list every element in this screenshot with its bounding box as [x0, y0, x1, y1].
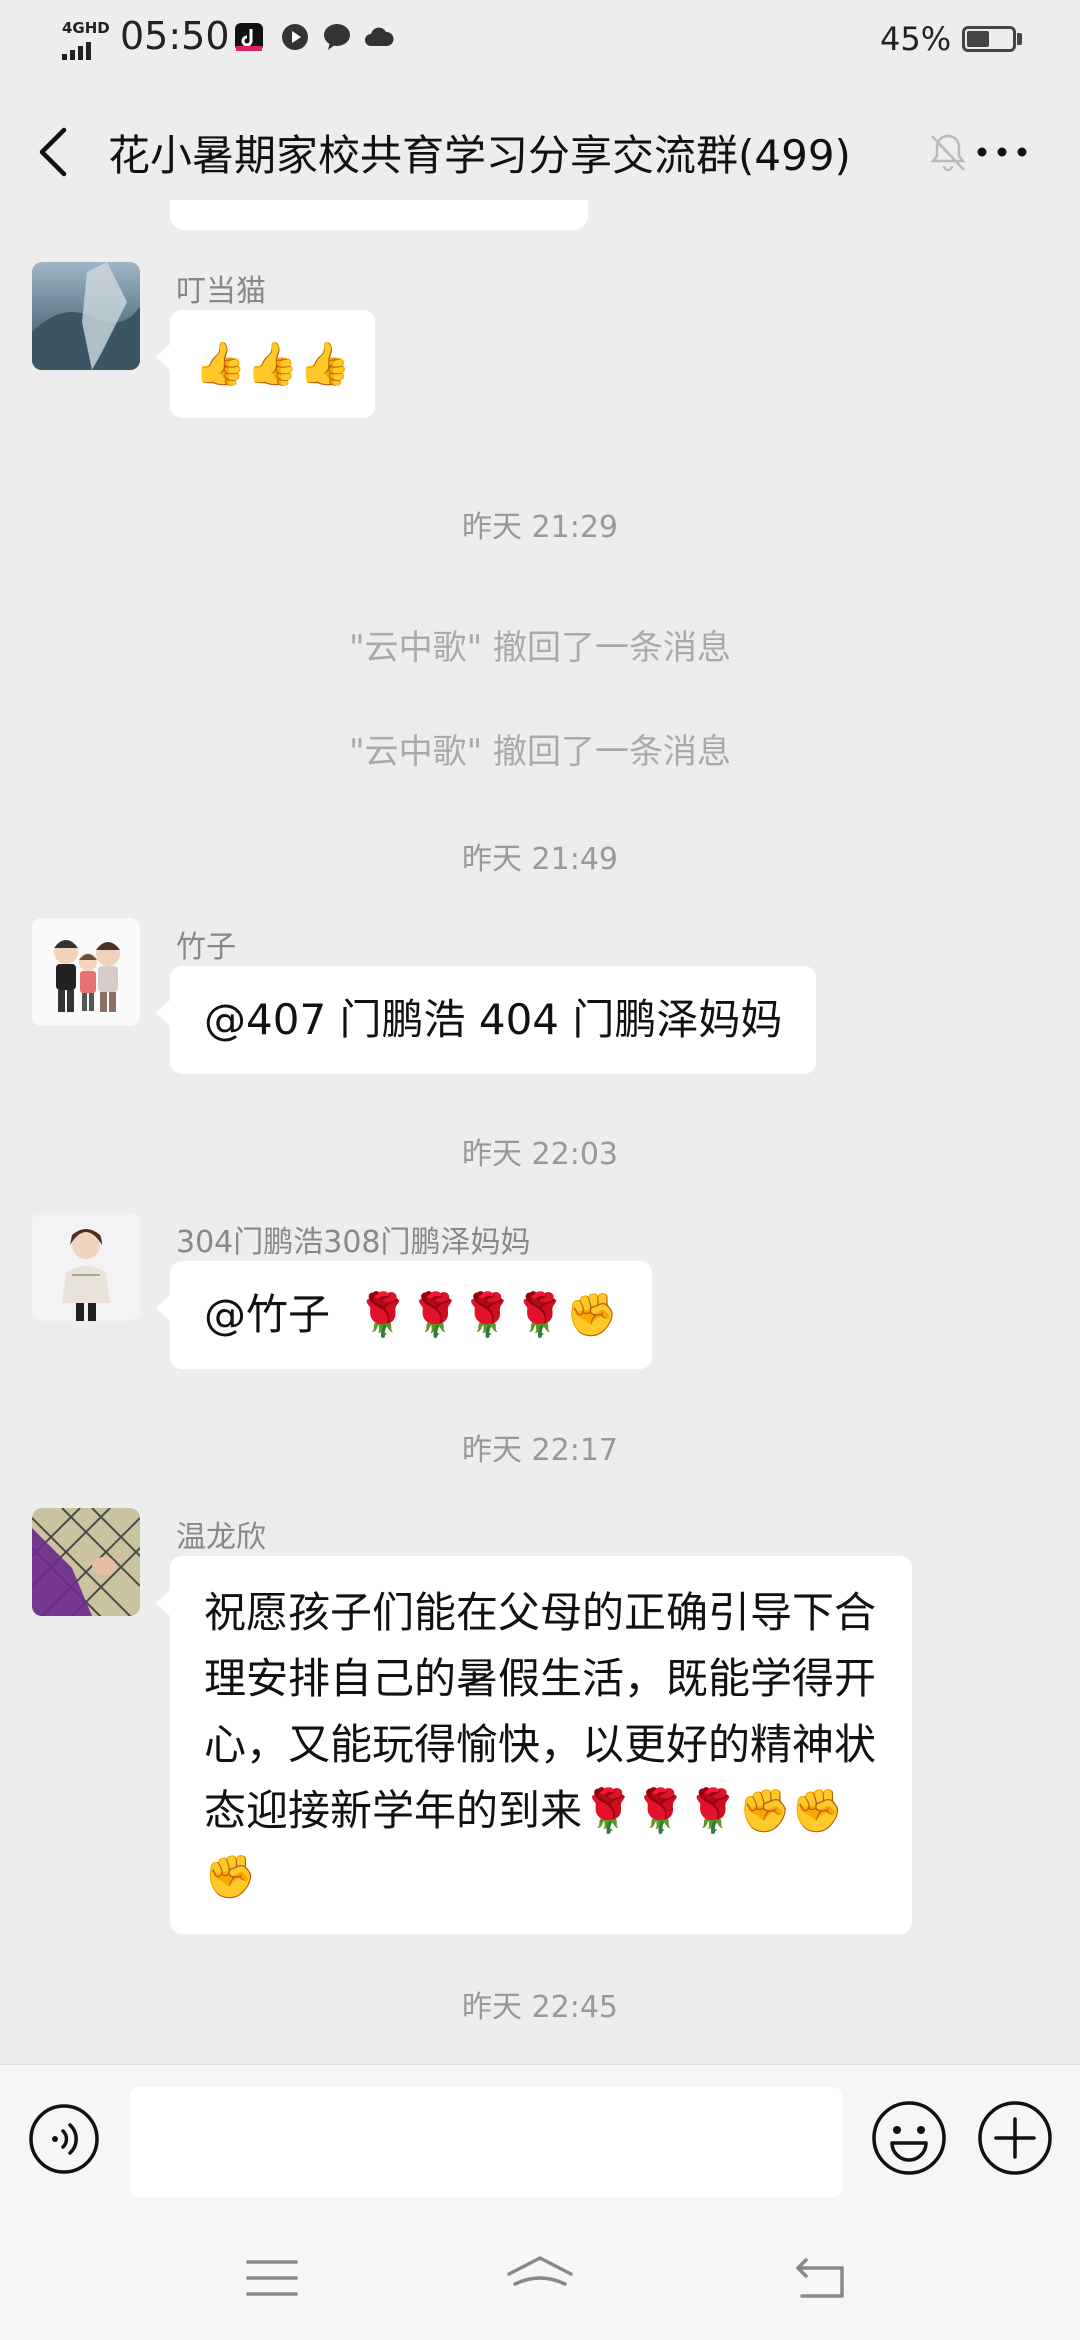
- timestamp: 昨天 22:03: [462, 1137, 618, 1172]
- signal-icon: [62, 42, 91, 60]
- home-icon[interactable]: [505, 2254, 575, 2302]
- message-text: @竹子 🌹🌹🌹🌹✊: [204, 1290, 619, 1339]
- chat-title: 花小暑期家校共育学习分享交流群(499): [108, 131, 851, 180]
- tiktok-icon: [235, 23, 263, 51]
- timestamp: 昨天 22:17: [462, 1433, 618, 1468]
- timestamp: 昨天 22:45: [462, 1990, 618, 2025]
- message-bubble[interactable]: 祝愿孩子们能在父母的正确引导下合理安排自己的暑假生活，既能学得开心，又能玩得愉快…: [156, 1556, 912, 1934]
- message-input[interactable]: [130, 2087, 842, 2197]
- chevron-left-icon[interactable]: [28, 122, 78, 182]
- sender-name: 304门鹏浩308门鹏泽妈妈: [176, 1225, 531, 1260]
- chat-header: 花小暑期家校共育学习分享交流群(499): [0, 80, 1080, 215]
- plus-icon[interactable]: [976, 2099, 1054, 2177]
- back-icon[interactable]: [792, 2254, 852, 2302]
- play-app-icon: [282, 24, 308, 50]
- bell-off-icon: [930, 134, 966, 172]
- message-text: 祝愿孩子们能在父母的正确引导下合理安排自己的暑假生活，既能学得开心，又能玩得愉快…: [204, 1588, 877, 1901]
- battery-cap: [1017, 33, 1022, 45]
- sender-name: 温龙欣: [176, 1520, 266, 1555]
- voice-icon[interactable]: [28, 2103, 100, 2175]
- battery-percent: 45%: [880, 20, 952, 58]
- network-indicator: 4GHD: [62, 19, 110, 37]
- battery-level: [967, 31, 989, 47]
- message-text: @407 门鹏浩 404 门鹏泽妈妈: [204, 995, 783, 1044]
- emoji-icon[interactable]: [870, 2099, 948, 2177]
- timestamp: 昨天 21:49: [462, 842, 618, 877]
- sender-name: 竹子: [176, 930, 236, 965]
- cloud-app-icon: [365, 27, 394, 46]
- avatar[interactable]: [32, 262, 140, 370]
- sender-name: 叮当猫: [176, 274, 266, 309]
- status-time: 05:50: [120, 14, 230, 58]
- previous-message-bubble[interactable]: [170, 200, 588, 230]
- message-bubble[interactable]: @竹子 🌹🌹🌹🌹✊: [155, 1261, 653, 1369]
- avatar[interactable]: [32, 1508, 140, 1616]
- battery-icon: [962, 26, 1016, 52]
- chat-app-icon: [324, 24, 350, 50]
- more-icon[interactable]: [972, 130, 1032, 174]
- menu-icon[interactable]: [242, 2254, 302, 2302]
- message-text: 👍👍👍: [194, 339, 351, 388]
- recall-notice: "云中歌" 撤回了一条消息: [348, 732, 732, 772]
- avatar[interactable]: [32, 1213, 140, 1321]
- input-bar: [0, 2064, 1080, 2215]
- system-nav-bar: [0, 2214, 1080, 2340]
- status-bar: 4GHD 05:50 45%: [0, 0, 1080, 80]
- recall-notice: "云中歌" 撤回了一条消息: [348, 628, 732, 668]
- message-bubble[interactable]: 👍👍👍: [156, 310, 375, 418]
- avatar[interactable]: [32, 918, 140, 1026]
- message-bubble[interactable]: @407 门鹏浩 404 门鹏泽妈妈: [155, 966, 817, 1074]
- timestamp: 昨天 21:29: [462, 510, 618, 545]
